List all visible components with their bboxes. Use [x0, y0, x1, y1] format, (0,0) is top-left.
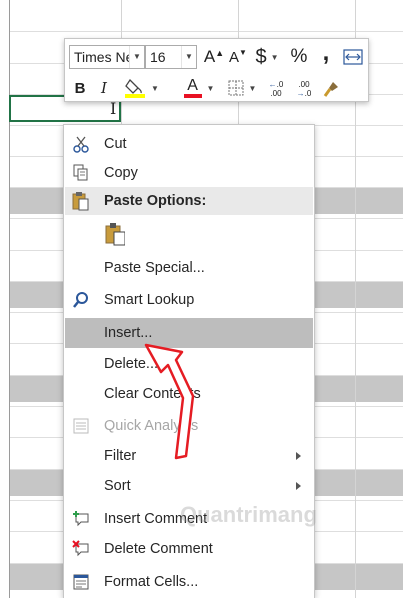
menu-item-delete-comment[interactable]: Delete Comment — [65, 535, 313, 563]
menu-item-label: Delete... — [104, 356, 158, 372]
menu-item-paste-special[interactable]: Paste Special... — [65, 254, 313, 282]
watermark: Quantrimang — [180, 502, 317, 527]
menu-item-clear-contents[interactable]: Clear Contents — [65, 380, 313, 408]
chevron-down-icon[interactable]: ▼ — [129, 46, 144, 68]
currency-icon: $ — [255, 45, 267, 68]
paint-bucket-icon — [125, 78, 146, 98]
borders-button[interactable]: ▼ — [226, 77, 258, 99]
italic-button[interactable]: I — [94, 77, 114, 99]
copy-icon — [71, 163, 91, 183]
quick-analysis-icon — [71, 416, 91, 436]
font-size-combo[interactable]: 16 ▼ — [145, 45, 197, 69]
insert-comment-icon — [71, 509, 91, 529]
borders-icon — [228, 80, 244, 96]
merge-center-icon — [343, 49, 363, 65]
menu-item-label: Delete Comment — [104, 541, 213, 557]
fill-color-button[interactable]: ▼ — [120, 76, 162, 100]
menu-item-label: Format Cells... — [104, 574, 199, 590]
grow-font-button[interactable]: A ▲ — [204, 46, 224, 68]
menu-item-label: Quick Analysis — [104, 418, 199, 434]
currency-button[interactable]: $ ▼ — [253, 45, 281, 69]
menu-item-format-cells[interactable]: Format Cells... — [65, 568, 313, 596]
shrink-font-button[interactable]: A ▼ — [228, 46, 248, 68]
format-cells-icon — [71, 572, 91, 592]
menu-item-label: Paste Special... — [104, 260, 205, 276]
increase-decimal-icon: ←.0 — [268, 80, 284, 89]
grow-font-icon: A — [203, 47, 216, 66]
paste-options-header: Paste Options: — [65, 187, 313, 215]
row-header-edge — [0, 0, 10, 598]
merge-center-button[interactable] — [342, 47, 364, 67]
shrink-font-icon: A — [229, 48, 240, 66]
mini-toolbar: Times Ne ▼ 16 ▼ A ▲ A ▼ $ ▼ % , B I ▼ A … — [64, 38, 369, 102]
menu-item-quick-analysis: Quick Analysis — [65, 412, 313, 440]
menu-item-label: Cut — [104, 136, 127, 152]
menu-item-label: Copy — [104, 165, 138, 181]
bold-button[interactable]: B — [70, 77, 90, 99]
format-painter-icon — [323, 82, 338, 97]
menu-item-label: Clear Contents — [104, 386, 201, 402]
fill-color-swatch — [125, 94, 146, 98]
scissors-icon — [71, 134, 91, 154]
comma-style-button[interactable]: , — [317, 39, 335, 66]
menu-item-label: Insert... — [104, 325, 153, 341]
smart-lookup-icon — [71, 290, 91, 310]
font-name-value: Times Ne — [74, 49, 134, 65]
comma-icon: , — [322, 39, 330, 66]
menu-item-label: Smart Lookup — [104, 292, 195, 308]
menu-item-copy[interactable]: Copy — [65, 159, 313, 187]
format-painter-button[interactable] — [320, 78, 342, 100]
font-color-swatch — [183, 94, 202, 98]
font-color-button[interactable]: A ▼ — [183, 76, 215, 100]
font-size-value: 16 — [150, 49, 166, 65]
menu-item-delete[interactable]: Delete... — [65, 350, 313, 378]
paste-clipboard-icon[interactable] — [105, 223, 125, 246]
bold-icon: B — [74, 79, 86, 97]
menu-item-label: Filter — [104, 448, 137, 464]
menu-item-cut[interactable]: Cut — [65, 130, 313, 158]
percent-button[interactable]: % — [288, 45, 310, 69]
paste-option-row — [65, 219, 313, 253]
italic-icon: I — [101, 79, 107, 97]
submenu-arrow-icon — [296, 482, 301, 490]
submenu-arrow-icon — [296, 452, 301, 460]
menu-item-smart-lookup[interactable]: Smart Lookup — [65, 286, 313, 314]
percent-icon: % — [290, 46, 308, 67]
menu-item-label: Sort — [104, 478, 131, 494]
menu-item-insert[interactable]: Insert... — [65, 318, 313, 348]
menu-item-sort[interactable]: Sort — [65, 472, 313, 500]
clipboard-icon — [71, 191, 91, 211]
font-name-combo[interactable]: Times Ne ▼ — [69, 45, 145, 69]
menu-item-filter[interactable]: Filter — [65, 442, 313, 470]
font-color-icon: A — [187, 77, 198, 94]
chevron-down-icon[interactable]: ▼ — [181, 46, 196, 68]
menu-item-label: Paste Options: — [104, 193, 207, 209]
decrease-decimal-icon: →.0 — [296, 89, 312, 98]
increase-decimal-button[interactable]: ←.0 .00 — [264, 78, 288, 100]
delete-comment-icon — [71, 539, 91, 559]
decrease-decimal-button[interactable]: .00 →.0 — [292, 78, 316, 100]
